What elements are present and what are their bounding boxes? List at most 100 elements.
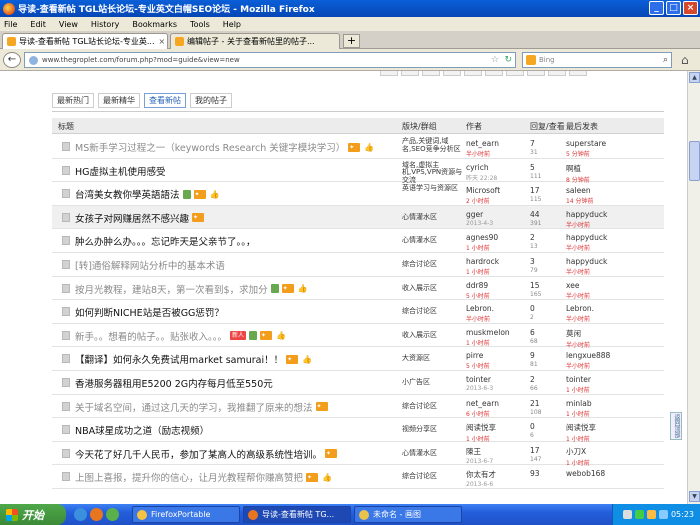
thread-subject-link[interactable]: 香港服务器租用E5200 2G内存每月低至550元 — [75, 376, 273, 390]
close-tab-icon[interactable]: × — [155, 37, 166, 46]
last-poster-link[interactable]: superstare — [566, 139, 606, 148]
thread-subject-link[interactable]: 肿么办肿么办。。。忘记昨天是父亲节了。。， — [75, 234, 256, 248]
desktop-quicklaunch-icon[interactable] — [74, 508, 87, 521]
menu-bookmarks[interactable]: Bookmarks — [132, 20, 177, 29]
tray-app-icon[interactable] — [634, 510, 644, 519]
thread-forum-link[interactable]: 小广告区 — [402, 378, 464, 387]
last-poster-link[interactable]: 阅读悦享 — [566, 423, 596, 432]
last-post-time[interactable]: 半小时前 — [566, 291, 590, 300]
menu-tools[interactable]: Tools — [190, 20, 210, 29]
last-poster-link[interactable]: minlab — [566, 399, 592, 408]
last-post-time[interactable]: 半小时前 — [566, 314, 594, 323]
firefox-quicklaunch-icon[interactable] — [90, 508, 103, 521]
last-poster-link[interactable]: lengxue888 — [566, 351, 610, 360]
last-poster-link[interactable]: 啊植 — [566, 164, 581, 173]
close-button[interactable]: × — [683, 1, 698, 15]
vertical-scrollbar[interactable]: ▲ ▼ — [687, 71, 700, 504]
search-bar[interactable]: Bing ⌕ — [522, 52, 672, 68]
author-link[interactable]: hardrock — [466, 257, 499, 266]
tab-latest-digest[interactable]: 最新精华 — [98, 93, 140, 108]
thread-subject-link[interactable]: 女孩子对网赚居然不感兴趣 ✦ — [75, 211, 205, 225]
thread-forum-link[interactable]: 综合讨论区 — [402, 402, 464, 411]
author-link[interactable]: Lebron. — [466, 304, 494, 313]
start-button[interactable]: 开始 — [0, 504, 66, 525]
last-poster-link[interactable]: happyduck — [566, 257, 607, 266]
last-post-time[interactable]: 5 分钟前 — [566, 149, 606, 158]
task-firefox-window[interactable]: 导读-查看新帖 TG... — [243, 506, 351, 523]
thread-forum-link[interactable]: 产品,关键词,域名,SEO竞争分析区 — [402, 137, 464, 153]
thread-subject-link[interactable]: HG虚拟主机使用感受 — [75, 164, 166, 178]
task-firefoxportable[interactable]: FirefoxPortable — [132, 506, 240, 523]
tray-network-icon[interactable] — [622, 510, 632, 519]
last-poster-link[interactable]: tointer — [566, 375, 591, 384]
thread-subject-link[interactable]: 【翻译】如何永久免费试用market samurai！！ ✦ 👍 — [75, 352, 312, 366]
tab-view-new[interactable]: 查看新帖 — [144, 93, 186, 108]
thread-forum-link[interactable]: 域名,虚拟主机,VPS,VPN资源与交流 — [402, 161, 464, 185]
thread-forum-link[interactable]: 综合讨论区 — [402, 473, 464, 481]
thread-forum-link[interactable]: 心情灌水区 — [402, 237, 464, 245]
last-poster-link[interactable]: 小刀X — [566, 447, 586, 456]
scrollbar-thumb[interactable] — [689, 141, 700, 181]
bookmark-star-icon[interactable]: ☆ — [491, 55, 499, 65]
author-link[interactable]: agnes90 — [466, 233, 498, 242]
author-link[interactable]: 陳王 — [466, 447, 481, 456]
tray-volume-icon[interactable] — [646, 510, 656, 519]
menu-file[interactable]: File — [4, 20, 17, 29]
thread-subject-link[interactable]: 如何判断NICHE站是否被GG惩罚？ — [75, 305, 224, 319]
last-poster-link[interactable]: 莫闲 — [566, 329, 581, 338]
minimize-button[interactable]: _ — [649, 1, 664, 15]
last-poster-link[interactable]: Lebron. — [566, 304, 594, 313]
scroll-down-icon[interactable]: ▼ — [689, 491, 700, 502]
reload-icon[interactable]: ↻ — [504, 55, 512, 65]
thread-subject-link[interactable]: 上图上喜报，提升你的信心，让月光教程帮你赚高赞把 ✦ 👍 — [75, 470, 332, 484]
author-link[interactable]: 阅读悦享 — [466, 423, 496, 432]
thread-subject-link[interactable]: 按月光教程，建站8天，第一次看到$，求加分 ✦ 👍 — [75, 282, 308, 296]
thread-subject-link[interactable]: [转]通俗解释网站分析中的基本术语 — [75, 258, 225, 272]
last-post-time[interactable]: 半小时前 — [566, 267, 607, 276]
scroll-up-icon[interactable]: ▲ — [689, 72, 700, 83]
tab-edit-post[interactable]: 编辑帖子 - 关于查看新帖里的帖子... — [170, 33, 340, 49]
last-poster-link[interactable]: webob168 — [566, 469, 605, 478]
last-post-time[interactable]: 半小时前 — [566, 361, 610, 370]
author-link[interactable]: cyrich — [466, 163, 489, 172]
thread-forum-link[interactable]: 综合讨论区 — [402, 308, 464, 316]
thread-forum-link[interactable]: 视频分享区 — [402, 426, 464, 434]
author-link[interactable]: gger — [466, 210, 483, 219]
last-post-time[interactable]: 半小时前 — [566, 243, 607, 252]
tab-latest-hot[interactable]: 最新热门 — [52, 93, 94, 108]
last-poster-link[interactable]: xee — [566, 281, 579, 290]
task-paint[interactable]: 未命名 - 画图 — [354, 506, 462, 523]
tab-guide-new[interactable]: 导读-查看新帖 TGL站长论坛-专业英... × — [2, 33, 168, 49]
author-link[interactable]: 你太有才 — [466, 470, 496, 479]
menu-view[interactable]: View — [59, 20, 78, 29]
last-post-time[interactable]: 1 小时前 — [566, 409, 592, 418]
app-quicklaunch-icon[interactable] — [106, 508, 119, 521]
last-poster-link[interactable]: saleen — [566, 186, 591, 195]
last-post-time[interactable]: 半小时前 — [566, 220, 607, 229]
thread-subject-link[interactable]: MS新手学习过程之一（keywords Research 关键字模块学习） ✦ 👍 — [75, 140, 374, 154]
last-poster-link[interactable]: happyduck — [566, 233, 607, 242]
last-poster-link[interactable]: happyduck — [566, 210, 607, 219]
new-tab-button[interactable]: + — [343, 34, 360, 48]
thread-subject-link[interactable]: 关于域名空间，通过这几天的学习，我推翻了原来的想法 ✦ — [75, 400, 328, 414]
back-button[interactable]: ← — [3, 52, 21, 68]
last-post-time[interactable]: 1 小时前 — [566, 385, 591, 394]
url-bar[interactable]: www.thegroplet.com/forum.php?mod=guide&v… — [24, 52, 516, 68]
author-link[interactable]: Microsoft — [466, 186, 500, 195]
author-link[interactable]: net_earn — [466, 139, 499, 148]
thread-forum-link[interactable]: 心情灌水区 — [402, 213, 464, 222]
thread-forum-link[interactable]: 收入展示区 — [402, 331, 464, 340]
thread-forum-link[interactable]: 英语学习与资源区 — [402, 185, 464, 193]
tab-my-posts[interactable]: 我的帖子 — [190, 93, 232, 108]
search-engine-icon[interactable] — [526, 55, 536, 65]
thread-subject-link[interactable]: NBA球星成功之道（励志视频） — [75, 423, 209, 437]
menu-history[interactable]: History — [91, 20, 119, 29]
menu-edit[interactable]: Edit — [30, 20, 46, 29]
home-icon[interactable]: ⌂ — [681, 53, 689, 67]
thread-subject-link[interactable]: 新手。。想看的帖子。。贴张收入。。。 新人 ✦ 👍 — [75, 329, 286, 343]
author-link[interactable]: tointer — [466, 375, 491, 384]
last-post-time[interactable]: 14 分钟前 — [566, 196, 594, 205]
search-icon[interactable]: ⌕ — [663, 55, 668, 65]
author-link[interactable]: net_earn — [466, 399, 499, 408]
thread-subject-link[interactable]: 台湾美女教你學英語語法 ✦ 👍 — [75, 187, 219, 201]
